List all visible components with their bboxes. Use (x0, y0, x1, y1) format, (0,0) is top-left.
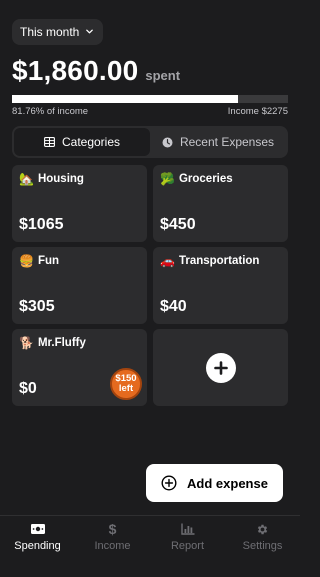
category-title: 🍔 Fun (19, 255, 59, 267)
category-amount: $450 (160, 216, 196, 233)
bar-chart-icon (180, 523, 194, 535)
category-name: Transportation (178, 255, 260, 267)
category-card-transportation[interactable]: 🚗 Transportation $40 (153, 247, 288, 324)
dog-icon: 🐕 (19, 336, 34, 350)
burger-icon: 🍔 (19, 254, 34, 268)
broccoli-icon: 🥦 (160, 172, 175, 186)
category-name: Groceries (178, 173, 233, 185)
category-name: Housing (37, 173, 84, 185)
category-card-groceries[interactable]: 🥦 Groceries $450 (153, 165, 288, 242)
nav-income[interactable]: $ Income (75, 516, 150, 577)
table-icon (44, 137, 55, 147)
category-card-mr-fluffy[interactable]: 🐕 Mr.Fluffy $0 $150 left (12, 329, 147, 406)
add-expense-label: Add expense (187, 475, 268, 491)
income-progress-bar (12, 95, 288, 103)
spent-amount: $1,860.00 (12, 55, 139, 86)
period-dropdown[interactable]: This month (12, 19, 103, 45)
category-title: 🥦 Groceries (160, 173, 233, 185)
period-label: This month (20, 25, 80, 39)
dollar-icon: $ (108, 521, 117, 537)
nav-spending[interactable]: Spending (0, 516, 75, 577)
house-icon: 🏡 (19, 172, 34, 186)
category-title: 🏡 Housing (19, 173, 84, 185)
category-amount: $0 (19, 380, 37, 397)
remaining-budget-badge: $150 left (110, 368, 142, 400)
gear-icon (257, 524, 268, 534)
spending-summary: $1,860.00 spent (12, 55, 180, 87)
nav-report[interactable]: Report (150, 516, 225, 577)
tab-label: Categories (61, 135, 121, 149)
progress-fill (12, 95, 238, 103)
spent-label: spent (145, 68, 181, 83)
category-title: 🚗 Transportation (160, 255, 259, 267)
add-expense-button[interactable]: Add expense (146, 464, 283, 502)
tab-categories[interactable]: Categories (14, 128, 150, 156)
category-amount: $305 (19, 298, 55, 315)
category-card-fun[interactable]: 🍔 Fun $305 (12, 247, 147, 324)
category-title: 🐕 Mr.Fluffy (19, 337, 86, 349)
income-total: Income $2275 (227, 106, 288, 117)
add-category-button[interactable] (153, 329, 288, 406)
nav-label: Report (170, 540, 205, 552)
tab-label: Recent Expenses (179, 135, 275, 149)
category-name: Fun (37, 255, 60, 267)
banknote-icon (30, 524, 45, 534)
category-name: Mr.Fluffy (37, 337, 86, 349)
nav-label: Income (94, 540, 131, 552)
clock-icon (162, 137, 173, 147)
nav-label: Settings (242, 540, 283, 552)
plus-icon (205, 352, 236, 383)
category-amount: $40 (160, 298, 187, 315)
plus-circle-icon (161, 475, 177, 491)
bottom-tab-bar: Spending $ Income Report Settings (0, 515, 300, 577)
chevron-down-icon (86, 29, 93, 34)
view-segmented-control: Categories Recent Expenses (12, 126, 288, 158)
category-card-housing[interactable]: 🏡 Housing $1065 (12, 165, 147, 242)
nav-label: Spending (14, 540, 61, 552)
nav-settings[interactable]: Settings (225, 516, 300, 577)
tab-recent-expenses[interactable]: Recent Expenses (150, 128, 286, 156)
car-icon: 🚗 (160, 254, 175, 268)
category-amount: $1065 (19, 216, 64, 233)
remaining-label: left (118, 383, 134, 394)
percent-of-income: 81.76% of income (12, 106, 89, 117)
